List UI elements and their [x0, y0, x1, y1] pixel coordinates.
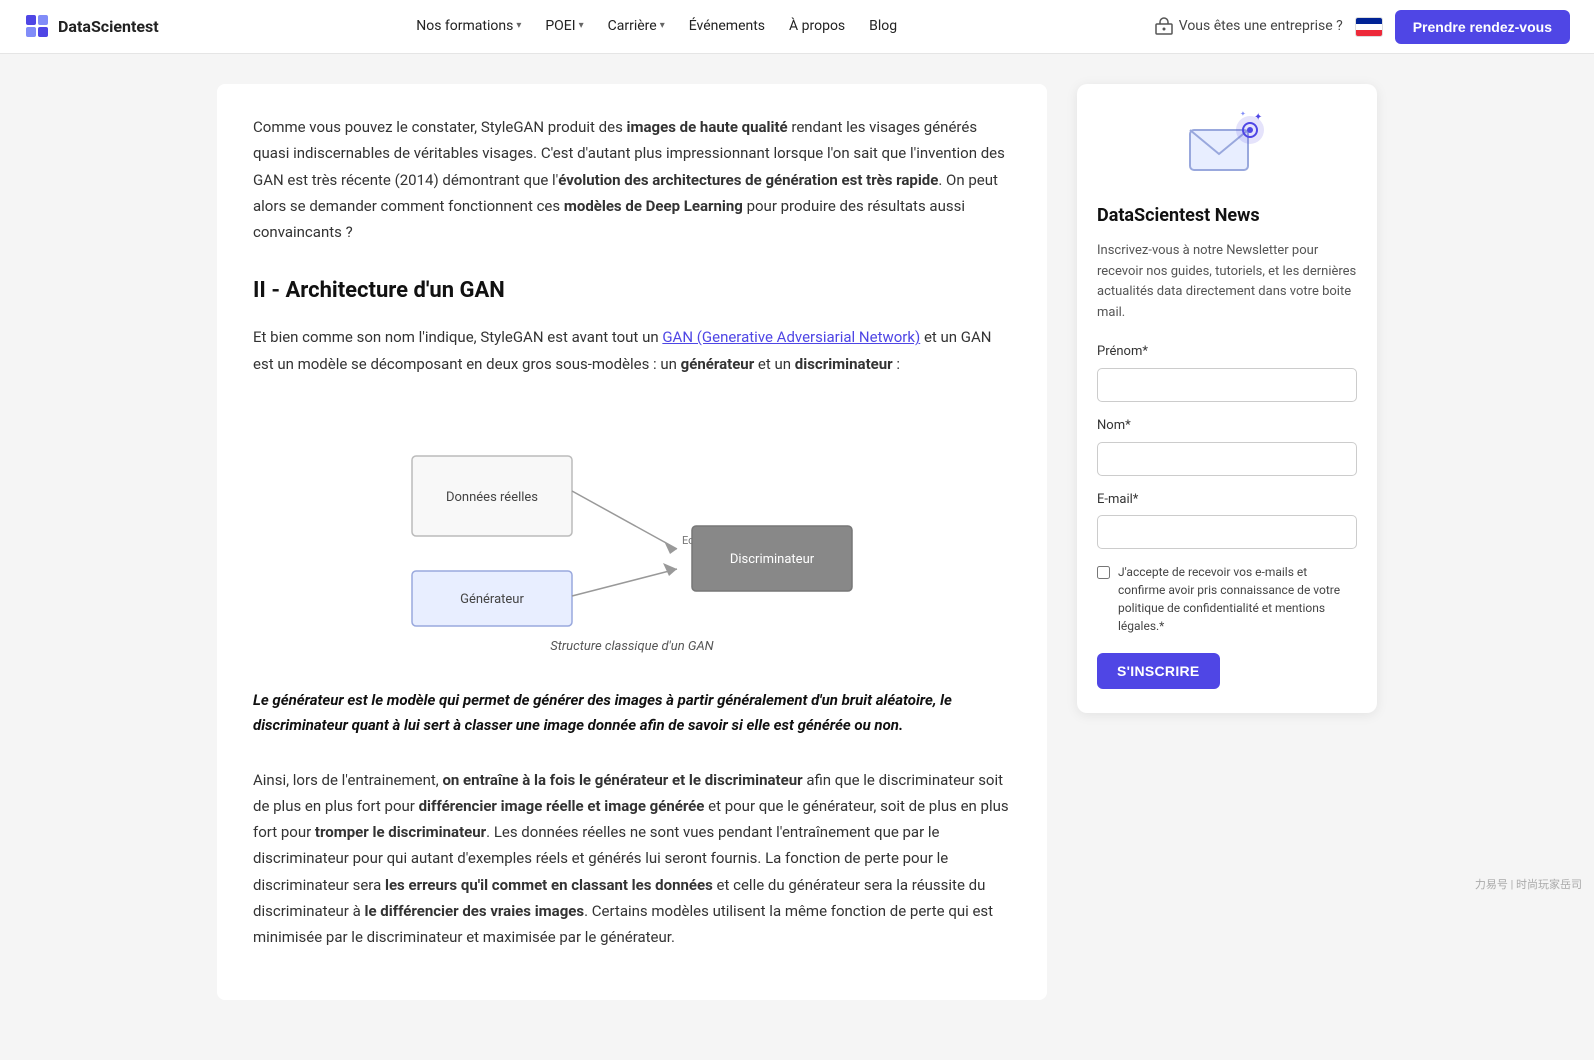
prenom-label: Prénom*: [1097, 342, 1357, 363]
nom-group: Nom*: [1097, 416, 1357, 476]
sidebar: ✦ ✦ DataScientest News Inscrivez-vous à …: [1077, 84, 1377, 1000]
enterprise-link[interactable]: Vous êtes une entreprise ?: [1155, 15, 1343, 37]
nav-item-blog[interactable]: Blog: [859, 9, 907, 43]
logo[interactable]: DataScientest: [24, 13, 159, 41]
svg-text:Générateur: Générateur: [460, 592, 524, 607]
svg-text:✦: ✦: [1240, 110, 1246, 118]
prenom-group: Prénom*: [1097, 342, 1357, 402]
email-group: E-mail*: [1097, 490, 1357, 550]
subscribe-button[interactable]: S'INSCRIRE: [1097, 653, 1220, 689]
enterprise-icon: [1155, 17, 1173, 35]
nav-item-poei[interactable]: POEI ▾: [535, 9, 593, 43]
chevron-down-icon: ▾: [579, 18, 584, 34]
newsletter-icon: ✦ ✦: [1182, 108, 1272, 188]
chevron-down-icon: ▾: [516, 18, 521, 34]
logo-icon: [24, 13, 52, 41]
section-text: Et bien comme son nom l'indique, StyleGA…: [253, 324, 1011, 377]
nav-item-evenements[interactable]: Événements: [679, 9, 775, 43]
svg-text:Discriminateur: Discriminateur: [730, 552, 815, 567]
intro-paragraph: Comme vous pouvez le constater, StyleGAN…: [253, 114, 1011, 245]
email-input[interactable]: [1097, 515, 1357, 549]
nav-item-carriere[interactable]: Carrière ▾: [598, 9, 675, 43]
newsletter-icon-wrap: ✦ ✦: [1097, 108, 1357, 188]
newsletter-title: DataScientest News: [1097, 202, 1357, 231]
nav-item-apropos[interactable]: À propos: [779, 9, 855, 43]
language-flag[interactable]: [1355, 17, 1383, 37]
main-content: Comme vous pouvez le constater, StyleGAN…: [217, 84, 1047, 1000]
cta-button[interactable]: Prendre rendez-vous: [1395, 10, 1570, 44]
final-paragraph: Ainsi, lors de l'entrainement, on entraî…: [253, 767, 1011, 951]
diagram-container: Données réelles Générateur Echantillonna…: [253, 401, 1011, 678]
gan-diagram: Données réelles Générateur Echantillonna…: [382, 401, 882, 631]
consent-wrap: J'accepte de recevoir vos e-mails et con…: [1097, 563, 1357, 635]
navbar: DataScientest Nos formations ▾ POEI ▾ Ca…: [0, 0, 1594, 54]
chevron-down-icon: ▾: [660, 18, 665, 34]
newsletter-widget: ✦ ✦ DataScientest News Inscrivez-vous à …: [1077, 84, 1377, 713]
page-wrap: Comme vous pouvez le constater, StyleGAN…: [197, 54, 1397, 1060]
blockquote: Le générateur est le modèle qui permet d…: [253, 688, 1011, 739]
consent-label: J'accepte de recevoir vos e-mails et con…: [1118, 563, 1357, 635]
svg-text:Données réelles: Données réelles: [446, 490, 538, 505]
nom-input[interactable]: [1097, 442, 1357, 476]
consent-checkbox[interactable]: [1097, 566, 1110, 579]
nav-item-formations[interactable]: Nos formations ▾: [406, 9, 531, 43]
nom-label: Nom*: [1097, 416, 1357, 437]
logo-text: DataScientest: [58, 14, 159, 40]
prenom-input[interactable]: [1097, 368, 1357, 402]
newsletter-desc: Inscrivez-vous à notre Newsletter pour r…: [1097, 241, 1357, 324]
section-title: II - Architecture d'un GAN: [253, 273, 1011, 308]
nav-right: Vous êtes une entreprise ? Prendre rende…: [1155, 10, 1570, 44]
diagram-caption: Structure classique d'un GAN: [550, 637, 713, 658]
svg-text:✦: ✦: [1254, 112, 1262, 123]
watermark: 力易号 | 时尚玩家岳司: [1475, 876, 1582, 894]
gan-link[interactable]: GAN (Generative Adversiarial Network): [662, 328, 920, 346]
nav-items: Nos formations ▾ POEI ▾ Carrière ▾ Événe…: [406, 9, 907, 43]
email-label: E-mail*: [1097, 490, 1357, 511]
